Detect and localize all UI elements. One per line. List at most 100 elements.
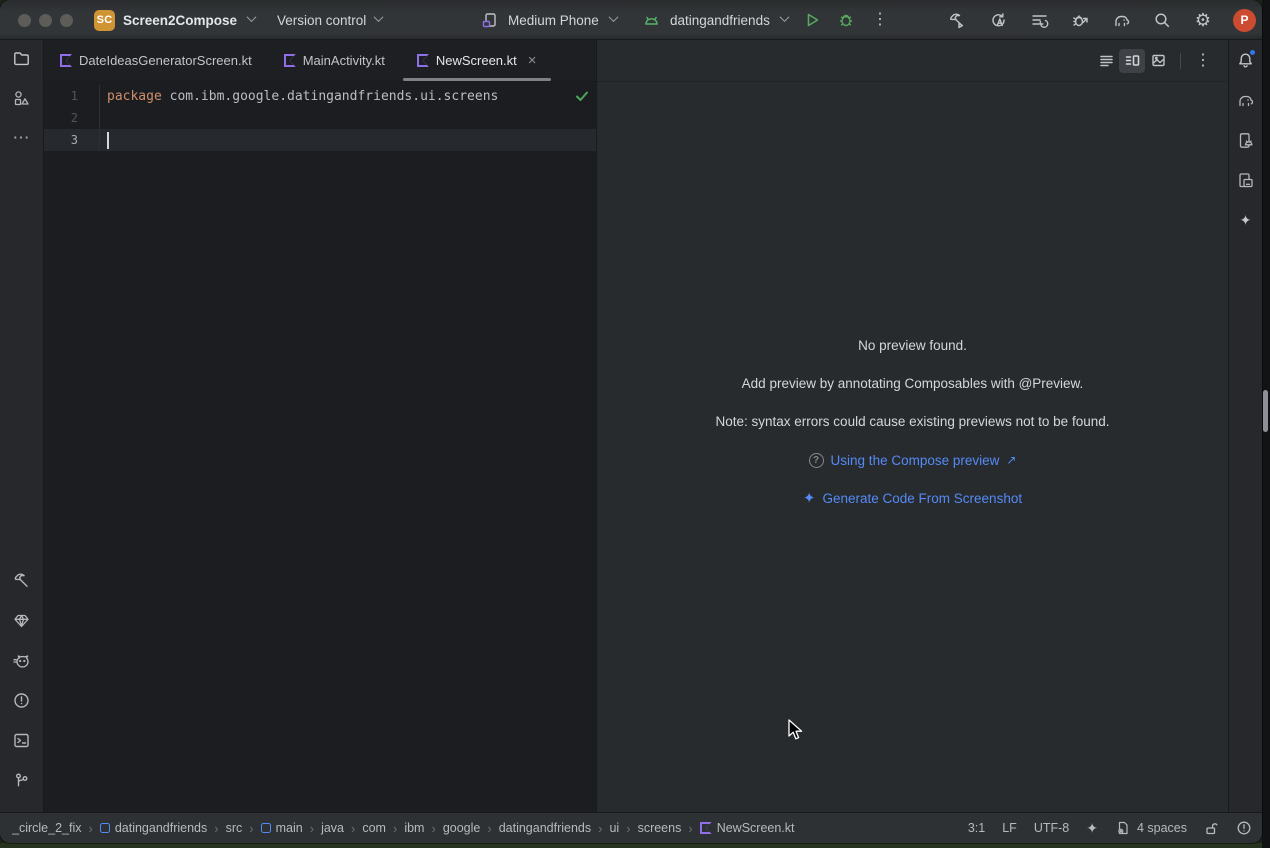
more-actions-button[interactable]: ⋮: [869, 9, 891, 31]
version-control-selector[interactable]: Version control: [277, 0, 382, 40]
line-number: 1: [44, 89, 78, 103]
terminal-tool-icon[interactable]: [8, 726, 36, 754]
problems-tool-icon[interactable]: [8, 686, 36, 714]
compose-preview-panel: ⋮ No preview found. Add preview by annot…: [596, 40, 1228, 812]
run-button[interactable]: [801, 9, 823, 31]
breadcrumb-label: screens: [638, 821, 682, 835]
error-analysis-icon[interactable]: [1236, 820, 1252, 836]
compose-preview-help-row: ? Using the Compose preview ↗: [597, 450, 1228, 470]
caret-position-widget[interactable]: 3:1: [968, 821, 985, 835]
breadcrumb-separator-icon: ›: [310, 821, 314, 836]
window-controls: [18, 0, 73, 40]
project-name: Screen2Compose: [123, 13, 237, 28]
breadcrumb-item[interactable]: com: [362, 821, 386, 835]
search-everywhere-icon[interactable]: [1151, 9, 1173, 31]
run-config-label: datingandfriends: [670, 13, 770, 28]
code-text: package com.ibm.google.datingandfriends.…: [100, 89, 498, 104]
attach-debugger-icon[interactable]: [1069, 9, 1091, 31]
breadcrumb-item[interactable]: main: [261, 821, 303, 835]
tab-dateideasgeneratorscreen[interactable]: DateIdeasGeneratorScreen.kt: [44, 40, 268, 81]
indent-label: 4 spaces: [1137, 821, 1187, 835]
help-icon[interactable]: ?: [809, 453, 824, 468]
breadcrumb-item[interactable]: ui: [609, 821, 619, 835]
notifications-bell-icon[interactable]: [1232, 46, 1260, 74]
project-tool-icon[interactable]: [8, 44, 36, 72]
breadcrumb-separator-icon: ›: [249, 821, 253, 836]
version-control-tool-icon[interactable]: [8, 766, 36, 794]
line-separator-widget[interactable]: LF: [1002, 821, 1017, 835]
indent-widget[interactable]: 4 spaces: [1115, 820, 1187, 836]
breadcrumb-item[interactable]: _circle_2_fix: [12, 821, 81, 835]
close-tab-icon[interactable]: ×: [528, 53, 537, 68]
gemini-status-icon[interactable]: ✦: [1086, 821, 1098, 835]
build-icon[interactable]: [946, 9, 968, 31]
generate-code-link[interactable]: Generate Code From Screenshot: [822, 491, 1022, 506]
tab-newscreen[interactable]: NewScreen.kt ×: [401, 40, 553, 81]
split-view-icon[interactable]: [1119, 49, 1145, 73]
project-selector[interactable]: SC Screen2Compose: [94, 0, 255, 40]
settings-gear-icon[interactable]: ⚙: [1192, 9, 1214, 31]
zoom-window-button[interactable]: [60, 14, 73, 27]
breadcrumb-label: _circle_2_fix: [12, 821, 81, 835]
ide-window: SC Screen2Compose Version control Medium…: [0, 0, 1262, 843]
writable-lock-icon[interactable]: [1204, 821, 1219, 836]
run-configuration-selector[interactable]: datingandfriends: [640, 0, 788, 40]
close-window-button[interactable]: [18, 14, 31, 27]
breadcrumb-separator-icon: ›: [688, 821, 692, 836]
debug-button[interactable]: [835, 9, 857, 31]
virtual-device-icon: [478, 9, 500, 31]
code-view-icon[interactable]: [1093, 49, 1119, 73]
line-number: 2: [44, 111, 78, 125]
kotlin-file-icon: [60, 54, 72, 67]
breadcrumb-item[interactable]: datingandfriends: [100, 821, 207, 835]
external-link-icon: ↗: [1006, 453, 1016, 467]
minimize-window-button[interactable]: [39, 14, 52, 27]
breadcrumb-item[interactable]: java: [321, 821, 344, 835]
resource-manager-icon[interactable]: [8, 84, 36, 112]
preview-toolbar: ⋮: [597, 40, 1228, 82]
gemini-tool-icon[interactable]: ✦: [1232, 206, 1260, 234]
app-quality-insights-icon[interactable]: [8, 606, 36, 634]
toolbar-widgets: ⚙ P: [946, 0, 1256, 40]
device-manager-icon[interactable]: [1232, 126, 1260, 154]
breadcrumb-label: main: [276, 821, 303, 835]
apply-code-changes-icon[interactable]: [987, 9, 1009, 31]
breadcrumb-label: google: [443, 821, 481, 835]
breadcrumb-item[interactable]: datingandfriends: [499, 821, 591, 835]
breadcrumb-item[interactable]: google: [443, 821, 481, 835]
breadcrumb-item[interactable]: screens: [638, 821, 682, 835]
editor-tabs: DateIdeasGeneratorScreen.kt MainActivity…: [44, 40, 596, 82]
gemini-sparkle-icon: ✦: [803, 491, 816, 506]
logcat-icon[interactable]: [8, 646, 36, 674]
inspections-ok-icon[interactable]: [574, 88, 590, 104]
add-preview-hint: Add preview by annotating Composables wi…: [597, 374, 1228, 394]
gradle-tool-icon[interactable]: [1232, 86, 1260, 114]
project-badge: SC: [94, 10, 115, 31]
kotlin-file-icon: [284, 54, 296, 67]
breadcrumb-separator-icon: ›: [487, 821, 491, 836]
breadcrumb-item[interactable]: NewScreen.kt: [700, 821, 795, 835]
tab-label: DateIdeasGeneratorScreen.kt: [79, 53, 252, 68]
design-view-icon[interactable]: [1145, 49, 1171, 73]
breadcrumb-item[interactable]: ibm: [404, 821, 424, 835]
gutter: [78, 107, 100, 129]
code-editor[interactable]: 1 package com.ibm.google.datingandfriend…: [44, 82, 596, 812]
package-path: com.ibm.google.datingandfriends.ui.scree…: [162, 89, 499, 104]
tab-mainactivity[interactable]: MainActivity.kt: [268, 40, 401, 81]
code-line: 2: [44, 107, 596, 129]
line-number: 3: [44, 133, 78, 147]
editor-column: DateIdeasGeneratorScreen.kt MainActivity…: [44, 40, 596, 812]
build-tool-icon[interactable]: [8, 566, 36, 594]
running-devices-icon[interactable]: [1232, 166, 1260, 194]
device-selector[interactable]: Medium Phone: [478, 0, 617, 40]
gradle-sync-icon[interactable]: [1110, 9, 1132, 31]
rerun-with-changes-icon[interactable]: [1028, 9, 1050, 31]
desktop: SC Screen2Compose Version control Medium…: [0, 0, 1270, 848]
compose-preview-docs-link[interactable]: Using the Compose preview: [831, 453, 1000, 468]
encoding-widget[interactable]: UTF-8: [1034, 821, 1069, 835]
no-preview-title: No preview found.: [597, 336, 1228, 356]
more-tool-windows-icon[interactable]: ⋯: [8, 124, 36, 152]
user-avatar[interactable]: P: [1233, 9, 1256, 32]
preview-options-button[interactable]: ⋮: [1190, 49, 1216, 73]
breadcrumb-item[interactable]: src: [226, 821, 243, 835]
